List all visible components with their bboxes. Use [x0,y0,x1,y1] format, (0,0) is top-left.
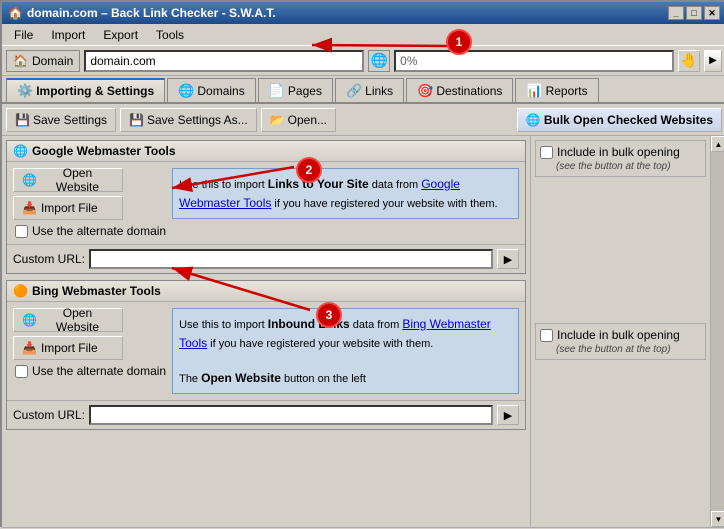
domains-icon: 🌐 [178,83,194,99]
right-panel: Include in bulk opening (see the button … [530,136,710,527]
domain-input[interactable] [84,50,364,72]
google-section-header: 🌐 Google Webmaster Tools [7,141,525,162]
tab-domains[interactable]: 🌐 Domains [167,78,256,102]
google-custom-url-input[interactable] [89,249,493,269]
google-info-box: Use this to import Links to Your Site da… [172,168,519,219]
bulk-open-icon: 🌐 [526,113,541,127]
bing-include-section: Include in bulk opening (see the button … [535,323,706,360]
pages-icon: 📄 [269,83,285,99]
reports-icon: 📊 [526,83,542,99]
bing-include-note: (see the button at the top) [540,344,701,355]
google-section-body: 🌐 Open Website 📥 Import File Use the alt… [7,162,525,244]
bing-include-checkbox[interactable] [540,329,553,342]
bing-buttons: 🌐 Open Website 📥 Import File Use the alt… [13,308,166,378]
save-as-icon: 💾 [129,113,144,127]
bing-include-row: Include in bulk opening [540,328,701,342]
scroll-down-button[interactable]: ▼ [711,511,724,527]
google-alt-domain-row: Use the alternate domain [13,224,166,238]
bing-alt-domain-checkbox[interactable] [15,365,28,378]
bing-section-header: 🟠 Bing Webmaster Tools [7,281,525,302]
open-icon: 📂 [270,113,285,127]
bing-custom-url-row: Custom URL: ▶ [7,400,525,429]
app-icon: 🏠 [8,6,23,20]
tab-pages[interactable]: 📄 Pages [258,78,333,102]
google-include-checkbox[interactable] [540,146,553,159]
google-icon: 🌐 [13,144,28,158]
google-include-note: (see the button at the top) [540,161,701,172]
save-settings-as-button[interactable]: 💾 Save Settings As... [120,108,257,132]
importing-icon: ⚙️ [17,83,33,99]
google-include-section: Include in bulk opening (see the button … [535,140,706,177]
save-icon: 💾 [15,113,30,127]
menu-tools[interactable]: Tools [148,26,192,44]
bing-section-body: 🌐 Open Website 📥 Import File Use the alt… [7,302,525,400]
title-bar: 🏠 domain.com – Back Link Checker - S.W.A… [2,2,724,24]
nav-arrow[interactable]: ▶ [704,50,722,72]
save-settings-button[interactable]: 💾 Save Settings [6,108,116,132]
bulk-open-button[interactable]: 🌐 Bulk Open Checked Websites [517,108,722,132]
scroll-track[interactable] [711,152,724,511]
google-include-row: Include in bulk opening [540,145,701,159]
tab-reports[interactable]: 📊 Reports [515,78,598,102]
menu-import[interactable]: Import [43,26,93,44]
google-open-website-button[interactable]: 🌐 Open Website [13,168,123,192]
bing-info-box: Use this to import Inbound Links data fr… [172,308,519,394]
menu-bar: File Import Export Tools [2,24,724,46]
progress-bar: 0% [394,50,674,72]
links-icon: 🔗 [346,83,362,99]
bing-icon: 🟠 [13,284,28,298]
main-scrollbar[interactable]: ▲ ▼ [710,136,724,527]
scroll-up-button[interactable]: ▲ [711,136,724,152]
minimize-button[interactable]: _ [668,6,684,20]
left-panel: 🌐 Google Webmaster Tools 🌐 Open Website … [2,136,530,527]
google-buttons: 🌐 Open Website 📥 Import File Use the alt… [13,168,166,238]
bing-globe-icon: 🌐 [22,313,37,327]
google-alt-domain-checkbox[interactable] [15,225,28,238]
close-button[interactable]: ✕ [704,6,720,20]
address-bar: 🏠 Domain 🌐 0% 🤚 ▶ [2,46,724,76]
destinations-icon: 🎯 [417,83,433,99]
tab-links[interactable]: 🔗 Links [335,78,404,102]
bing-row: 🌐 Open Website 📥 Import File Use the alt… [13,308,519,394]
google-import-icon: 📥 [22,201,37,215]
google-row: 🌐 Open Website 📥 Import File Use the alt… [13,168,519,238]
bing-alt-domain-row: Use the alternate domain [13,364,166,378]
google-custom-url-row: Custom URL: ▶ [7,244,525,273]
tabs-bar: ⚙️ Importing & Settings 🌐 Domains 📄 Page… [2,76,724,104]
window-title: domain.com – Back Link Checker - S.W.A.T… [27,6,276,20]
domain-label: 🏠 Domain [6,50,80,72]
tab-importing[interactable]: ⚙️ Importing & Settings [6,78,165,102]
home-icon: 🏠 [13,54,28,68]
google-section: 🌐 Google Webmaster Tools 🌐 Open Website … [6,140,526,274]
main-content: 🌐 Google Webmaster Tools 🌐 Open Website … [2,136,724,527]
open-button[interactable]: 📂 Open... [261,108,336,132]
bing-open-website-button[interactable]: 🌐 Open Website [13,308,123,332]
google-globe-icon: 🌐 [22,173,37,187]
toolbar: 💾 Save Settings 💾 Save Settings As... 📂 … [2,104,724,136]
menu-export[interactable]: Export [95,26,146,44]
google-import-file-button[interactable]: 📥 Import File [13,196,123,220]
progress-text: 0% [400,54,417,68]
google-custom-url-go[interactable]: ▶ [497,249,519,269]
tab-destinations[interactable]: 🎯 Destinations [406,78,513,102]
maximize-button[interactable]: □ [686,6,702,20]
bing-import-icon: 📥 [22,341,37,355]
go-button[interactable]: 🌐 [368,50,390,72]
bing-section: 🟠 Bing Webmaster Tools 🌐 Open Website 📥 [6,280,526,430]
bing-import-file-button[interactable]: 📥 Import File [13,336,123,360]
menu-file[interactable]: File [6,26,41,44]
bing-custom-url-go[interactable]: ▶ [497,405,519,425]
stop-button[interactable]: 🤚 [678,50,700,72]
bing-custom-url-input[interactable] [89,405,493,425]
